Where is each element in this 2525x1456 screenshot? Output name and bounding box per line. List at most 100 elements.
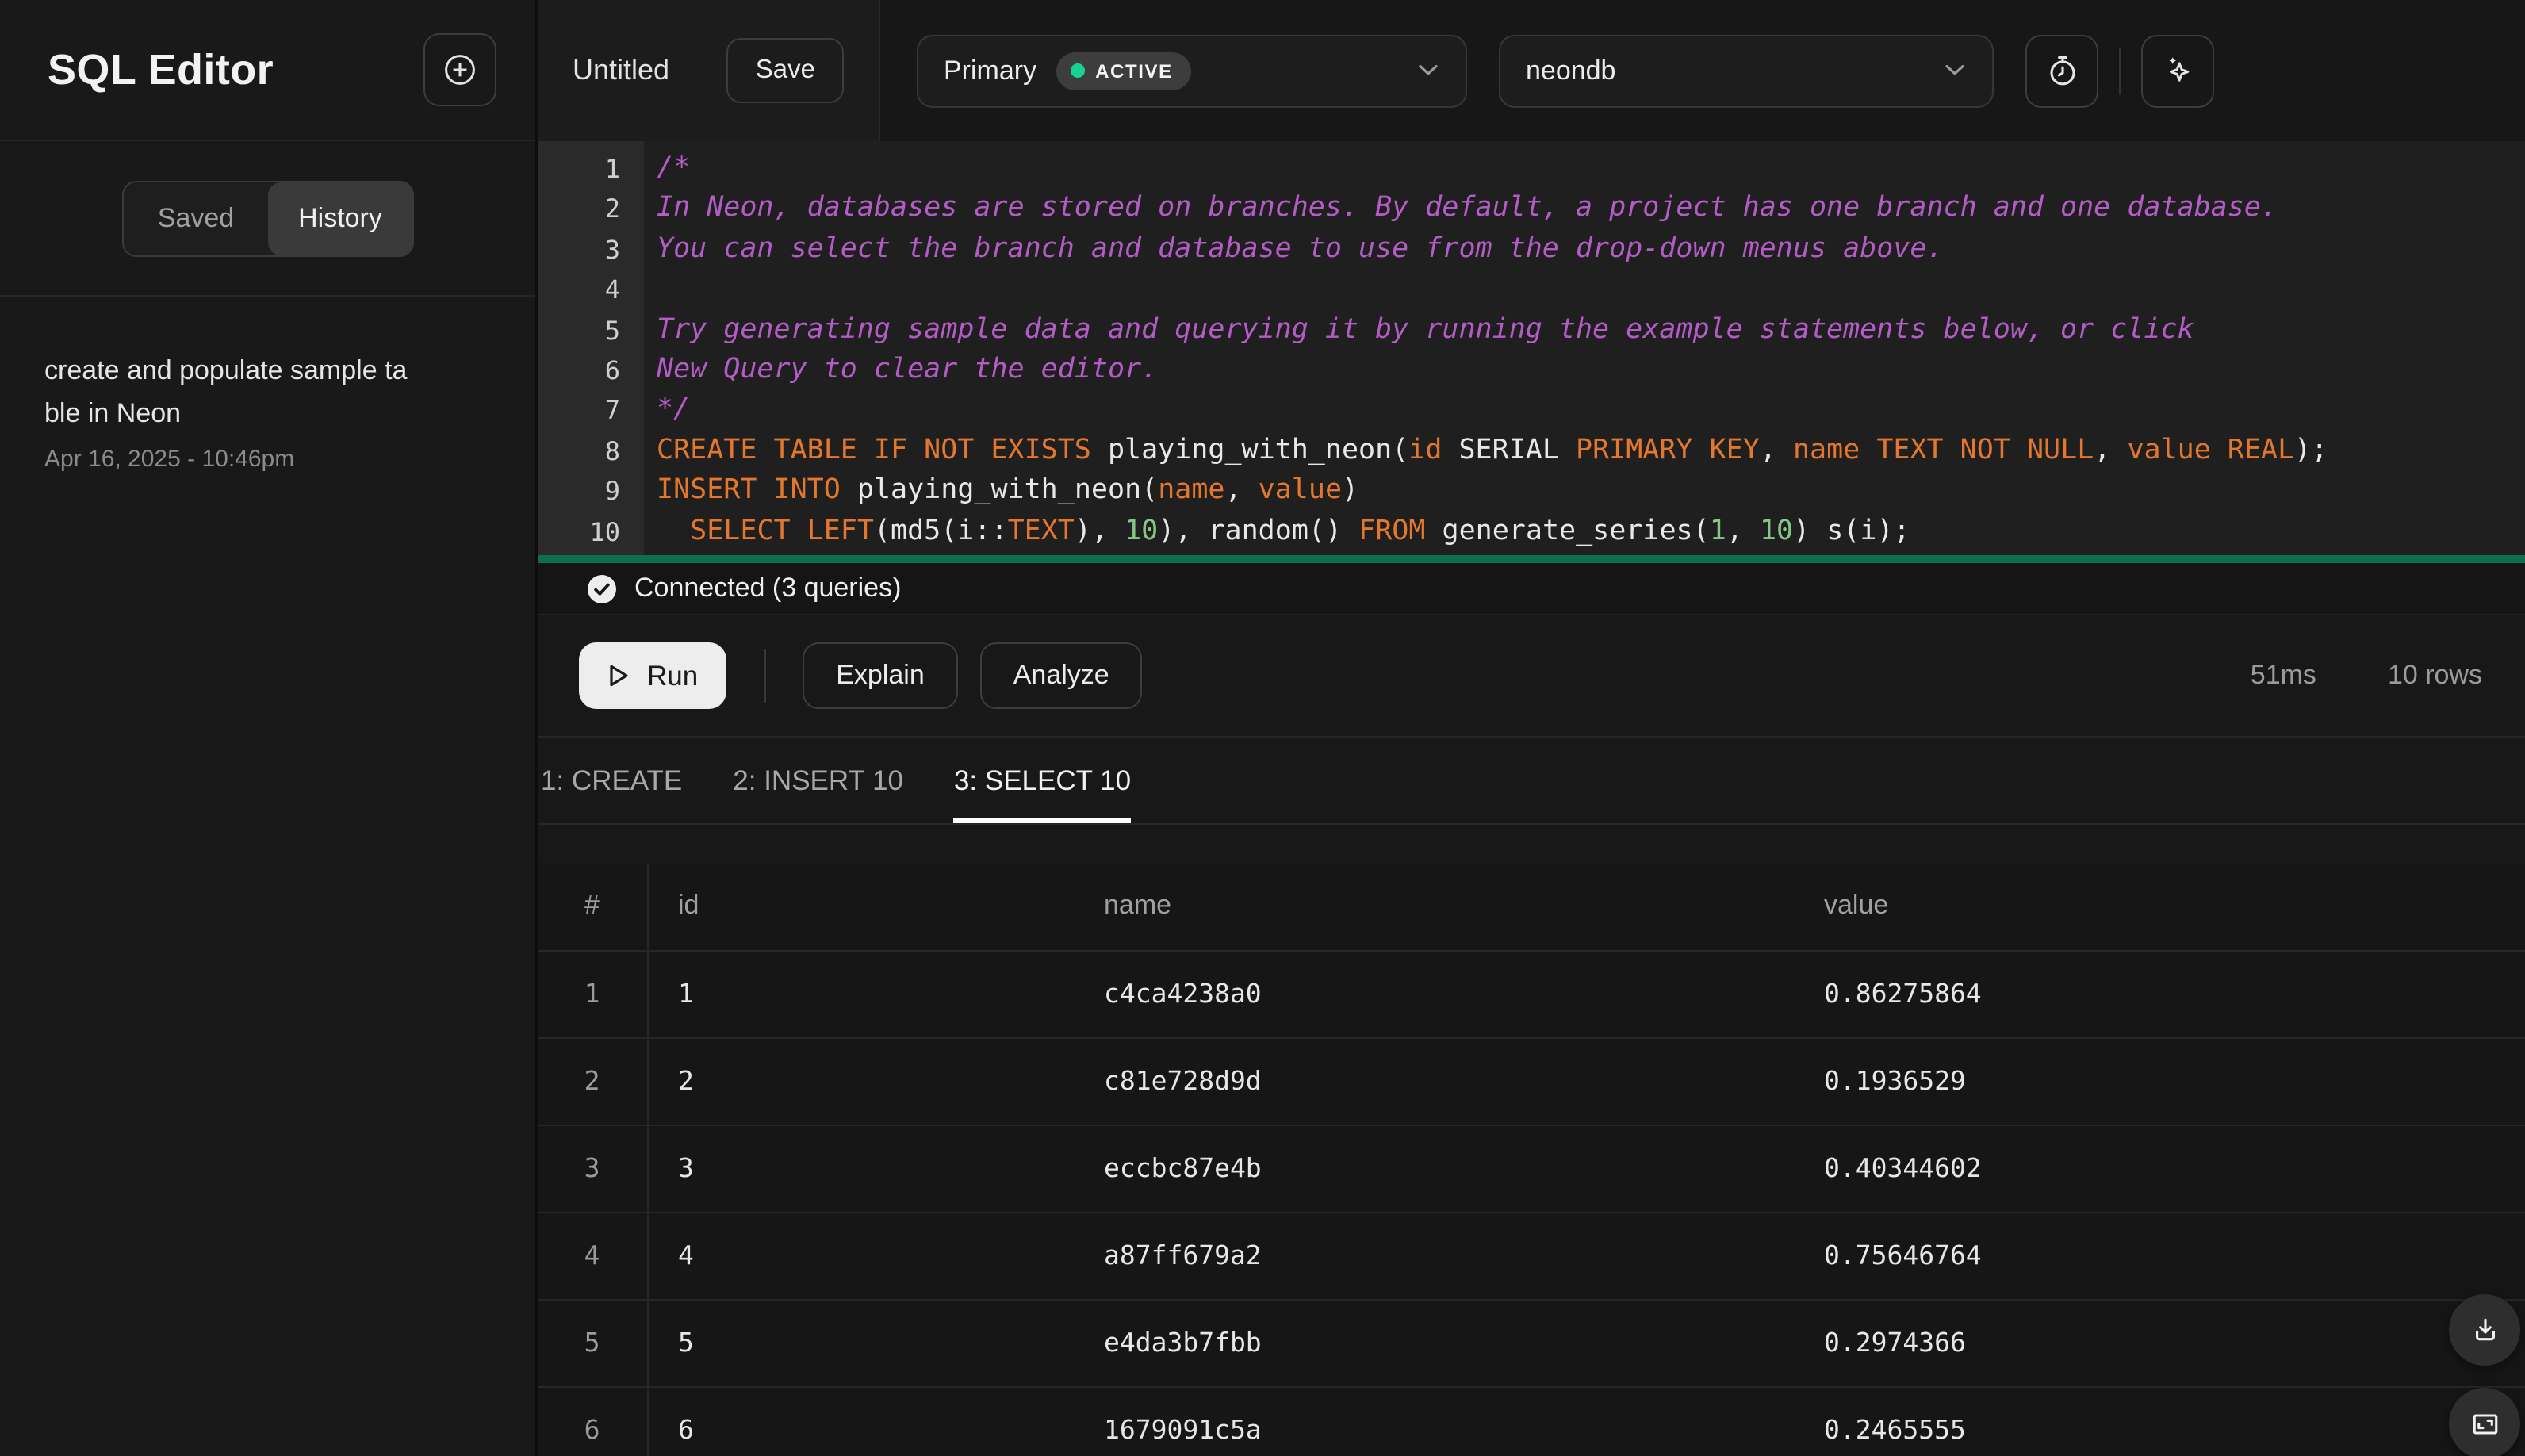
data-cell: 3 — [647, 1125, 1074, 1213]
tab-saved[interactable]: Saved — [124, 182, 268, 255]
data-cell: 0.1936529 — [1794, 1037, 2525, 1125]
stopwatch-icon — [2044, 52, 2080, 89]
sidebar-header: SQL Editor — [0, 0, 535, 141]
database-select-value: neondb — [1526, 55, 1616, 85]
results-table: # id name value 1 1 c4ca4238a0 0.86275864 2 2 c81… — [538, 863, 2525, 1456]
code-text: /* — [657, 152, 691, 184]
query-title: Untitled — [573, 54, 670, 86]
editor-lines: 1 /* 2 In Neon, databases are stored on bra… — [538, 141, 2525, 552]
line-number: 5 — [604, 315, 620, 346]
row-index-cell: 6 — [538, 1386, 648, 1456]
save-button[interactable]: Save — [726, 38, 844, 103]
line-number: 9 — [604, 476, 620, 507]
chevron-down-icon — [1416, 56, 1440, 85]
expand-icon — [2467, 1406, 2502, 1441]
expand-results-button[interactable] — [2449, 1388, 2520, 1456]
active-dot-icon — [1070, 63, 1085, 78]
row-index-cell: 3 — [538, 1125, 648, 1213]
analyze-button[interactable]: Analyze — [979, 642, 1143, 709]
code-line: 2 In Neon, databases are stored on branch… — [538, 190, 2525, 230]
data-cell: 0.2974366 — [1794, 1299, 2525, 1387]
table-header-row: # id name value — [538, 863, 2525, 951]
data-cell: a87ff679a2 — [1074, 1212, 1794, 1300]
saved-history-toggle: Saved History — [122, 180, 414, 256]
data-cell: 0.2465555 — [1794, 1386, 2525, 1456]
row-index-cell: 4 — [538, 1212, 648, 1300]
data-cell: 6 — [647, 1386, 1074, 1456]
code-line: 1 /* — [538, 149, 2525, 190]
code-text: CREATE TABLE IF NOT EXISTS playing_with_… — [657, 434, 2328, 466]
data-cell: c4ca4238a0 — [1074, 950, 1794, 1038]
line-number: 10 — [589, 516, 620, 547]
result-tab-2[interactable]: 2: INSERT 10 — [733, 738, 903, 823]
new-query-button[interactable] — [423, 33, 496, 106]
ai-assist-button[interactable] — [2141, 34, 2214, 107]
topbar-divider — [2119, 47, 2121, 94]
download-results-button[interactable] — [2449, 1294, 2520, 1366]
row-index-cell: 1 — [538, 950, 648, 1038]
sparkle-icon — [2159, 52, 2196, 89]
code-text: SELECT LEFT(md5(i::TEXT), 10), random() … — [690, 515, 1910, 547]
data-cell: 4 — [647, 1212, 1074, 1300]
sidebar: SQL Editor Saved History create and popu… — [0, 0, 538, 1456]
results-fab-group — [2449, 1294, 2520, 1456]
code-line: 5 Try generating sample data and querying… — [538, 310, 2525, 351]
data-cell: 1679091c5a — [1074, 1386, 1794, 1456]
sidebar-tabs: Saved History — [0, 141, 535, 297]
table-row: 6 6 1679091c5a 0.2465555 — [538, 1386, 2525, 1456]
topbar: Untitled Save Primary ACTIVE neondb — [538, 0, 2525, 141]
line-number: 7 — [604, 395, 620, 426]
query-row-count: 10 rows — [2387, 660, 2482, 690]
query-timing-button[interactable] — [2025, 34, 2098, 107]
result-tab-1[interactable]: 1: CREATE — [541, 738, 682, 823]
column-header-index: # — [538, 863, 648, 951]
sql-editor-app: SQL Editor Saved History create and popu… — [0, 0, 2525, 1456]
column-header-value: value — [1794, 863, 2525, 951]
code-line: 8 CREATE TABLE IF NOT EXISTS playing_with… — [538, 431, 2525, 472]
history-item-timestamp: Apr 16, 2025 - 10:46pm — [44, 446, 295, 473]
result-tab-3[interactable]: 3: SELECT 10 — [953, 738, 1131, 823]
branch-select[interactable]: Primary ACTIVE — [917, 34, 1467, 107]
branch-select-value: Primary — [944, 55, 1037, 85]
database-select[interactable]: neondb — [1499, 34, 1994, 107]
column-header-id: id — [647, 863, 1074, 951]
column-header-name: name — [1074, 863, 1794, 951]
code-text: New Query to clear the editor. — [657, 354, 1159, 386]
history-item[interactable]: create and populate sample ta ble in Neon… — [0, 297, 535, 473]
actionbar: Run Explain Analyze 51ms 10 rows — [538, 615, 2525, 738]
play-icon — [601, 660, 633, 692]
check-circle-icon — [587, 573, 617, 603]
plus-circle-icon — [443, 52, 477, 87]
code-text: Try generating sample data and querying … — [657, 313, 2194, 346]
history-list: create and populate sample ta ble in Neon… — [0, 297, 535, 473]
line-number: 8 — [604, 435, 620, 466]
code-text: In Neon, databases are stored on branche… — [657, 192, 2278, 224]
data-cell: 2 — [647, 1037, 1074, 1125]
page-title: SQL Editor — [48, 45, 274, 93]
line-number: 4 — [604, 274, 620, 305]
data-cell: 1 — [647, 950, 1074, 1038]
line-number: 3 — [604, 234, 620, 265]
code-line: 7 */ — [538, 391, 2525, 431]
code-line: 10 SELECT LEFT(md5(i::TEXT), 10), random… — [538, 512, 2525, 552]
line-number: 2 — [604, 193, 620, 224]
actionbar-divider — [764, 649, 767, 703]
connection-statusbar: Connected (3 queries) — [538, 563, 2525, 615]
query-tab: Untitled Save — [538, 0, 880, 141]
table-row: 3 3 eccbc87e4b 0.40344602 — [538, 1125, 2525, 1213]
explain-button[interactable]: Explain — [803, 642, 958, 709]
code-line: 9 INSERT INTO playing_with_neon(name, val… — [538, 472, 2525, 512]
table-row: 5 5 e4da3b7fbb 0.2974366 — [538, 1299, 2525, 1387]
code-text: */ — [657, 393, 691, 426]
data-cell: e4da3b7fbb — [1074, 1299, 1794, 1387]
line-number: 6 — [604, 355, 620, 386]
query-duration: 51ms — [2250, 660, 2316, 690]
sql-editor[interactable]: 1 /* 2 In Neon, databases are stored on bra… — [538, 141, 2525, 563]
results-panel: # id name value 1 1 c4ca4238a0 0.86275864 2 2 c81… — [538, 863, 2525, 1456]
row-index-cell: 2 — [538, 1037, 648, 1125]
table-row: 4 4 a87ff679a2 0.75646764 — [538, 1212, 2525, 1300]
data-cell: 0.86275864 — [1794, 950, 2525, 1038]
tab-history[interactable]: History — [268, 182, 412, 255]
run-button[interactable]: Run — [579, 642, 727, 709]
